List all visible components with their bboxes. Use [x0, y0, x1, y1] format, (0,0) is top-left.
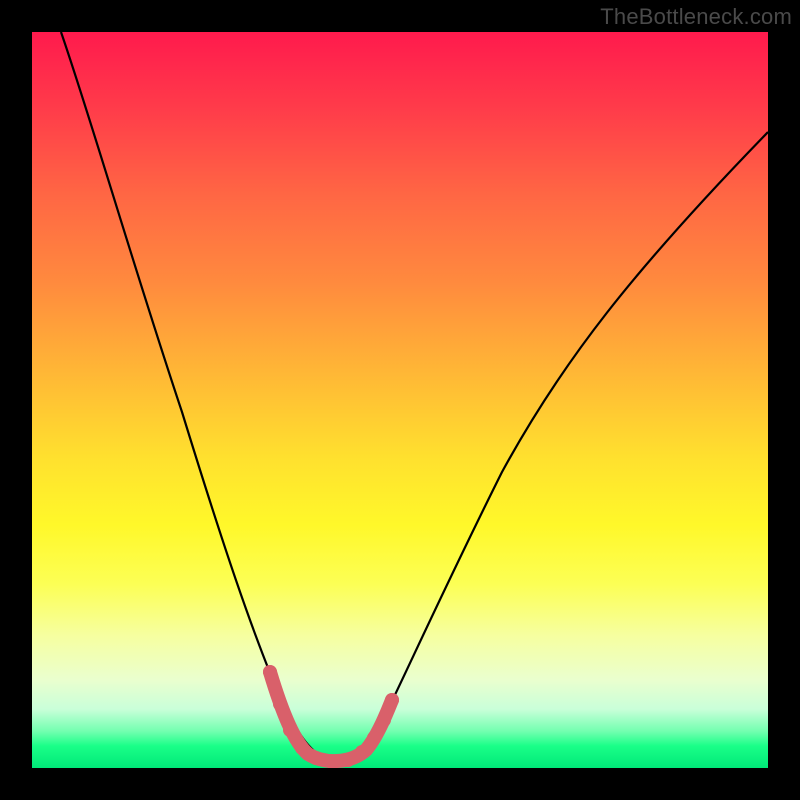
highlight-segment — [270, 672, 392, 761]
chart-svg — [32, 32, 768, 768]
bottleneck-curve — [61, 32, 768, 759]
chart-plot-area — [32, 32, 768, 768]
chart-frame: TheBottleneck.com — [0, 0, 800, 800]
watermark-text: TheBottleneck.com — [600, 4, 792, 30]
